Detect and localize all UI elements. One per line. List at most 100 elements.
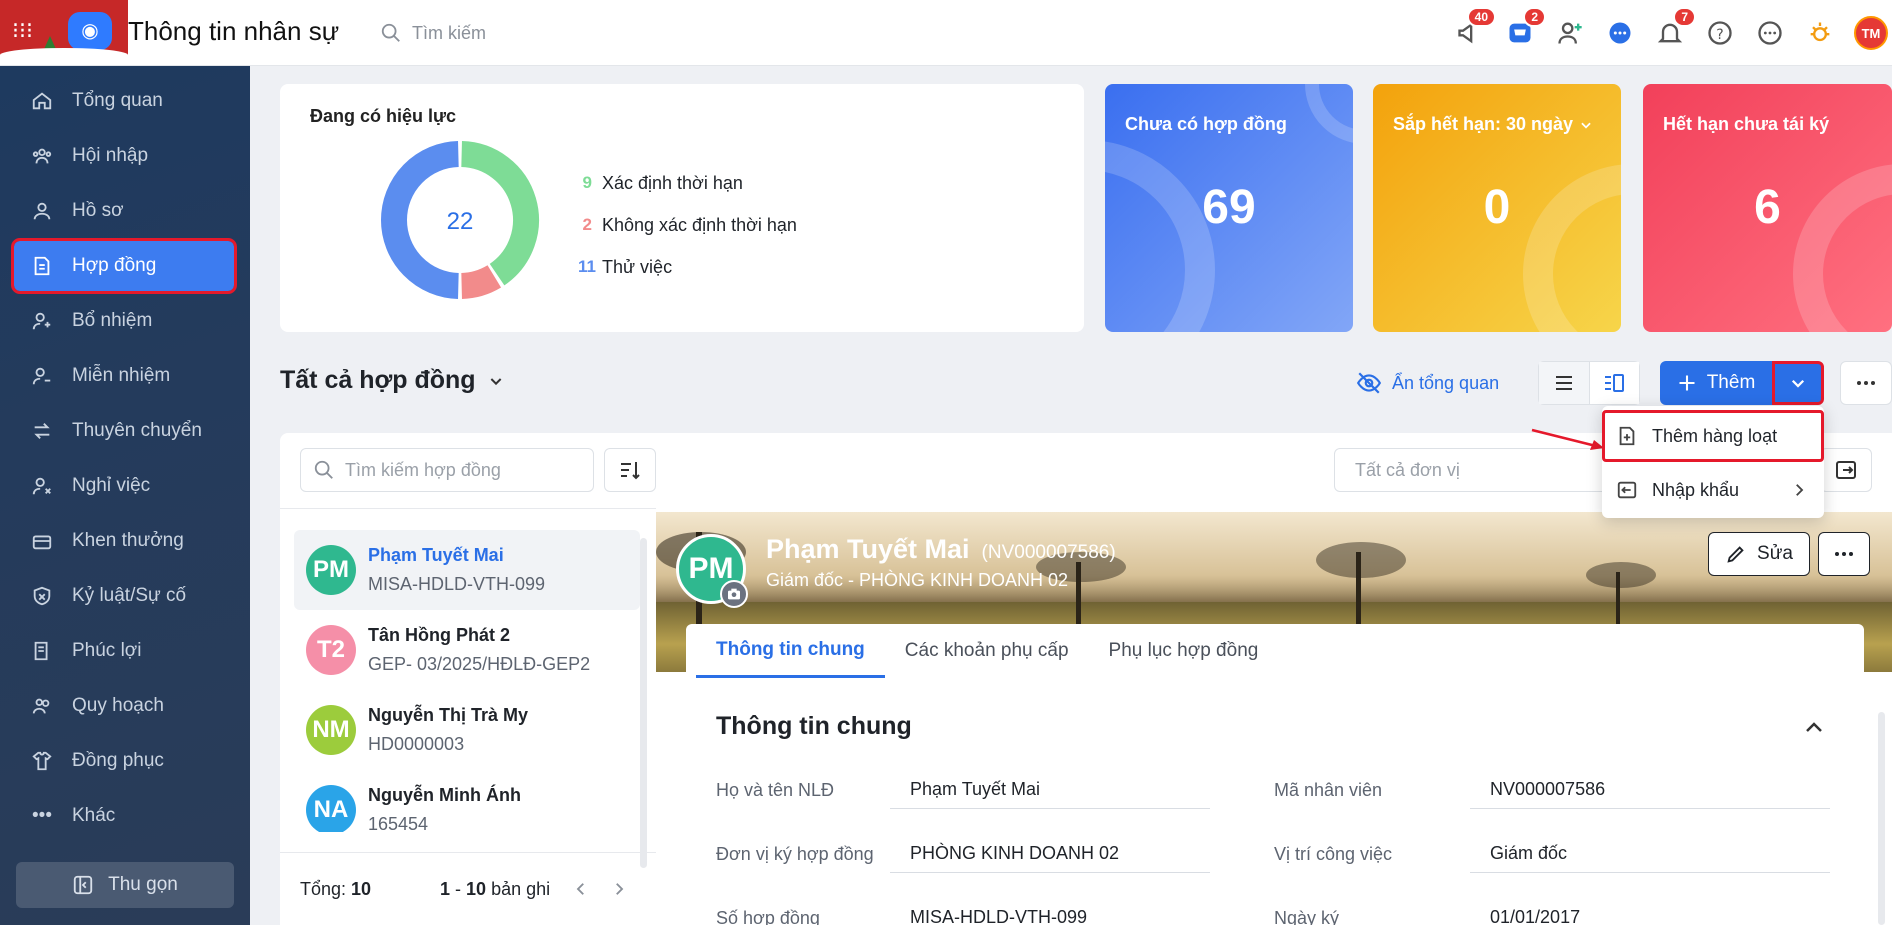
tree-crown bbox=[1586, 562, 1656, 588]
legend-count: 2 bbox=[582, 215, 592, 234]
detail-tabs: Thông tin chung Các khoản phụ cấp Phụ lụ… bbox=[686, 624, 1864, 678]
sidebar-item-reward[interactable]: Khen thưởng bbox=[14, 516, 234, 566]
edit-button[interactable]: Sửa bbox=[1708, 532, 1810, 576]
stat-label[interactable]: Sắp hết hạn: 30 ngày bbox=[1393, 114, 1593, 135]
sidebar-item-transfer[interactable]: Thuyên chuyển bbox=[14, 406, 234, 456]
employee-name: Nguyễn Minh Ánh bbox=[368, 785, 521, 805]
contracts-donut-chart: 22 bbox=[381, 141, 539, 299]
add-options-dropdown-button[interactable] bbox=[1772, 361, 1824, 405]
donut-segment-indefinite[interactable] bbox=[460, 265, 502, 299]
legend-label: Xác định thời hạn bbox=[602, 172, 743, 193]
sidebar-item-benefit[interactable]: Phúc lợi bbox=[14, 626, 234, 676]
tab-general-info[interactable]: Thông tin chung bbox=[696, 624, 885, 678]
tab-contract-appendix[interactable]: Phụ lục hợp đồng bbox=[1089, 624, 1279, 678]
chevron-right-icon[interactable] bbox=[610, 880, 628, 898]
legend-row: 9 Xác định thời hạn bbox=[578, 162, 797, 204]
sidebar-item-onboarding[interactable]: Hội nhập bbox=[14, 131, 234, 181]
list-item[interactable]: NM Nguyễn Thị Trà My HD0000003 bbox=[294, 690, 640, 770]
sidebar-item-label: Nghỉ việc bbox=[72, 475, 151, 496]
field-value-contract-number: MISA-HDLD-VTH-099 bbox=[890, 899, 1210, 925]
hide-overview-button[interactable]: Ẩn tổng quan bbox=[1356, 370, 1499, 396]
chat-button[interactable] bbox=[1604, 17, 1636, 49]
sidebar-item-profile[interactable]: Hồ sơ bbox=[14, 186, 234, 236]
sidebar-item-uniform[interactable]: Đồng phục bbox=[14, 736, 234, 786]
collapse-sidebar-button[interactable]: Thu gọn bbox=[16, 862, 234, 908]
more-apps-button[interactable] bbox=[1754, 17, 1786, 49]
file-add-icon bbox=[1619, 426, 1635, 446]
export-button[interactable] bbox=[1820, 448, 1872, 492]
help-button[interactable]: ? bbox=[1704, 17, 1736, 49]
stat-card-no-contract[interactable]: Chưa có hợp đồng 69 bbox=[1105, 84, 1353, 332]
user-avatar[interactable]: TM bbox=[1854, 16, 1888, 50]
search-icon bbox=[314, 460, 333, 479]
notification-button[interactable]: 7 bbox=[1654, 7, 1696, 49]
contract-code: MISA-HDLD-VTH-099 bbox=[368, 574, 546, 594]
unit-filter-select[interactable]: Tất cả đơn vị bbox=[1334, 448, 1614, 492]
menu-item-bulk-add[interactable]: Thêm hàng loạt bbox=[1602, 410, 1824, 462]
eye-off-icon bbox=[1356, 372, 1382, 394]
sidebar-item-label: Hội nhập bbox=[72, 145, 149, 166]
sidebar-item-label: Thuyên chuyển bbox=[72, 420, 202, 441]
ellipsis-icon bbox=[1857, 381, 1875, 385]
add-user-button[interactable] bbox=[1554, 17, 1586, 49]
split-view-button[interactable] bbox=[1588, 362, 1639, 404]
legend-count: 11 bbox=[578, 257, 596, 276]
sidebar-item-overview[interactable]: Tổng quan bbox=[14, 76, 234, 126]
tab-allowances[interactable]: Các khoản phụ cấp bbox=[885, 624, 1089, 678]
contract-search-input[interactable]: Tìm kiếm hợp đồng bbox=[300, 448, 594, 492]
employee-name: Phạm Tuyết Mai bbox=[368, 545, 504, 565]
uniform-icon bbox=[30, 749, 54, 773]
collapse-label: Thu gọn bbox=[108, 874, 178, 895]
list-view-button[interactable] bbox=[1539, 362, 1589, 404]
sort-button[interactable] bbox=[604, 448, 656, 492]
sidebar-item-planning[interactable]: Quy hoạch bbox=[14, 681, 234, 731]
detail-more-button[interactable] bbox=[1818, 532, 1870, 576]
add-user-icon bbox=[1558, 22, 1582, 44]
range-separator: - bbox=[455, 878, 462, 899]
list-scrollbar[interactable] bbox=[640, 538, 647, 868]
stat-card-expired[interactable]: Hết hạn chưa tái ký 6 bbox=[1643, 84, 1892, 332]
ellipsis-circle-icon bbox=[1758, 21, 1782, 45]
change-photo-button[interactable] bbox=[720, 580, 748, 608]
sidebar-item-other[interactable]: ••• Khác bbox=[14, 791, 234, 841]
sort-icon bbox=[621, 462, 640, 480]
more-options-button[interactable] bbox=[1840, 361, 1892, 405]
more-dots-icon: ••• bbox=[32, 805, 52, 826]
add-contract-button[interactable]: Thêm bbox=[1660, 361, 1772, 405]
sidebar-item-dismissal[interactable]: Miễn nhiệm bbox=[14, 351, 234, 401]
app-grid-icon[interactable]: ⁝⁝⁝ bbox=[12, 20, 33, 42]
sidebar-item-resignation[interactable]: Nghỉ việc bbox=[14, 461, 234, 511]
list-item[interactable]: T2 Tân Hồng Phát 2 GEP- 03/2025/HĐLĐ-GEP… bbox=[294, 610, 640, 690]
list-title-text: Tất cả hợp đồng bbox=[280, 366, 476, 394]
field-value-job-position: Giám đốc bbox=[1470, 835, 1830, 873]
field-value-signing-unit: PHÒNG KINH DOANH 02 bbox=[890, 835, 1210, 873]
announcement-button[interactable]: 40 bbox=[1454, 7, 1496, 49]
sidebar-item-discipline[interactable]: Kỷ luật/Sự cố bbox=[14, 571, 234, 621]
app-title: Thông tin nhân sự bbox=[128, 16, 340, 46]
list-item-text: Nguyễn Minh Ánh 165454 bbox=[368, 785, 521, 832]
list-item[interactable]: NA Nguyễn Minh Ánh 165454 bbox=[294, 770, 640, 832]
svg-text:?: ? bbox=[1716, 27, 1723, 43]
export-icon bbox=[1836, 461, 1856, 479]
collapse-section-button[interactable] bbox=[1802, 716, 1826, 745]
chevron-left-icon[interactable] bbox=[572, 880, 590, 898]
stat-card-expiring[interactable]: Sắp hết hạn: 30 ngày 0 bbox=[1373, 84, 1621, 332]
sidebar-item-label: Phúc lợi bbox=[72, 640, 142, 661]
list-item[interactable]: PM Phạm Tuyết Mai MISA-HDLD-VTH-099 bbox=[294, 530, 640, 610]
stat-value: 69 bbox=[1202, 181, 1256, 234]
contract-filter-title[interactable]: Tất cả hợp đồng bbox=[280, 366, 504, 395]
resign-icon bbox=[30, 474, 54, 498]
idea-button[interactable] bbox=[1804, 17, 1836, 49]
detail-scrollbar[interactable] bbox=[1878, 712, 1885, 925]
global-search[interactable]: Tìm kiếm bbox=[380, 18, 620, 48]
range-start: 1 bbox=[440, 878, 451, 899]
menu-item-label: Nhập khẩu bbox=[1652, 479, 1740, 500]
sidebar-item-contract[interactable]: Hợp đồng bbox=[11, 238, 237, 294]
reward-icon bbox=[30, 529, 54, 553]
app-logo-area[interactable]: ⁝⁝⁝ ◉ bbox=[0, 0, 128, 62]
field-label-job-position: Vị trí công việc bbox=[1274, 844, 1393, 864]
stat-value: 6 bbox=[1754, 181, 1781, 234]
menu-item-import[interactable]: Nhập khẩu bbox=[1602, 464, 1824, 516]
store-button[interactable]: 2 bbox=[1504, 7, 1546, 49]
sidebar-item-appointment[interactable]: Bổ nhiệm bbox=[14, 296, 234, 346]
